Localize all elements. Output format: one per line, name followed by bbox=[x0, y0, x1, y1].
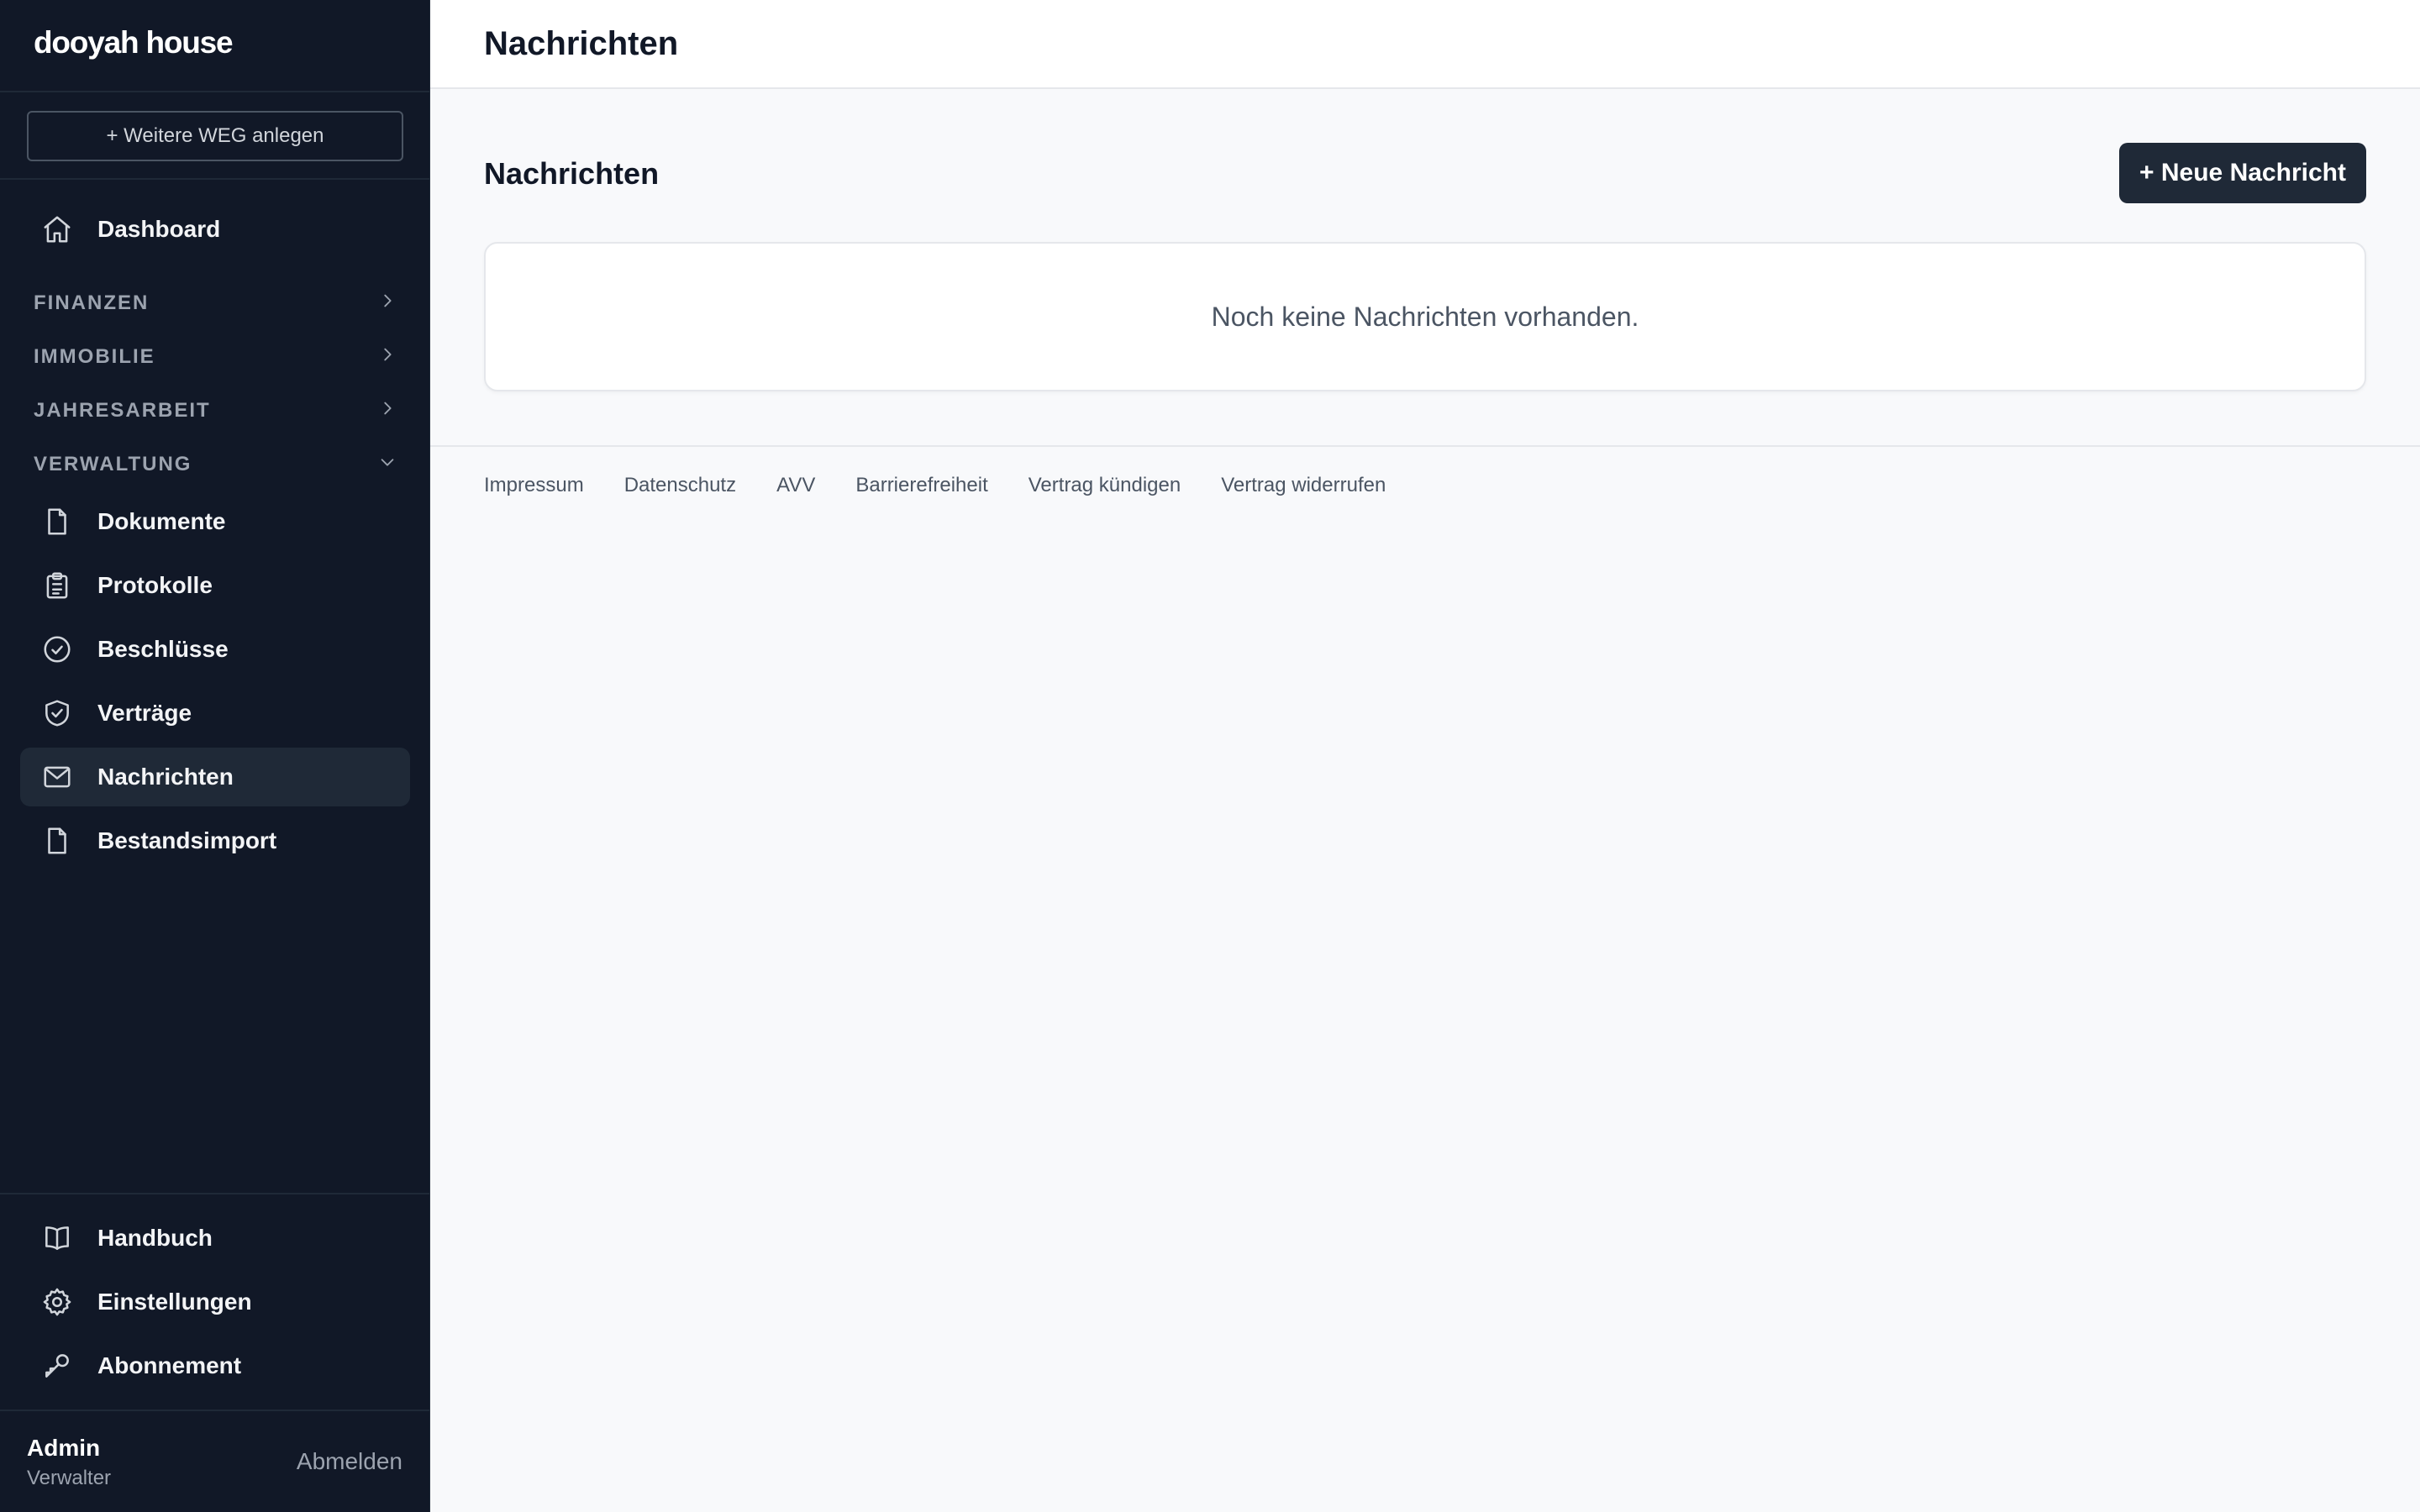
sidebar-item-label: Bestandsimport bbox=[97, 827, 277, 853]
page-title: Nachrichten bbox=[484, 25, 679, 62]
sidebar-item-dokumente[interactable]: Dokumente bbox=[20, 492, 410, 551]
group-label: FINANZEN bbox=[34, 291, 150, 314]
footer-links: Impressum Datenschutz AVV Barrierefreihe… bbox=[484, 474, 1386, 497]
user-name: Admin bbox=[27, 1435, 101, 1461]
footer-link-impressum[interactable]: Impressum bbox=[484, 474, 584, 497]
sidebar-item-abonnement[interactable]: Abonnement bbox=[20, 1336, 410, 1395]
divider bbox=[0, 91, 430, 92]
sidebar-item-beschluesse[interactable]: Beschlüsse bbox=[20, 620, 410, 679]
empty-state-card: Noch keine Nachrichten vorhanden. bbox=[484, 242, 2366, 391]
divider bbox=[0, 178, 430, 180]
section-title: Nachrichten bbox=[484, 156, 660, 191]
group-finanzen[interactable]: FINANZEN bbox=[34, 285, 397, 322]
new-message-button[interactable]: + Neue Nachricht bbox=[2119, 143, 2366, 203]
document-icon bbox=[40, 824, 74, 858]
group-label: IMMOBILIE bbox=[34, 345, 155, 368]
sidebar-item-label: Protokolle bbox=[97, 572, 213, 598]
brand-logo[interactable]: dooyah house bbox=[34, 25, 234, 60]
group-label: JAHRESARBEIT bbox=[34, 399, 211, 422]
sidebar-item-label: Dashboard bbox=[97, 216, 221, 242]
add-weg-button[interactable]: + Weitere WEG anlegen bbox=[27, 111, 403, 161]
sidebar-item-label: Abonnement bbox=[97, 1352, 242, 1378]
sidebar-item-label: Beschlüsse bbox=[97, 636, 229, 662]
sidebar-item-vertraege[interactable]: Verträge bbox=[20, 684, 410, 743]
sidebar-item-dashboard[interactable]: Dashboard bbox=[20, 200, 410, 259]
top-bar: Nachrichten bbox=[430, 0, 2420, 89]
sidebar-item-label: Verträge bbox=[97, 700, 192, 726]
footer-link-vertrag-widerrufen[interactable]: Vertrag widerrufen bbox=[1221, 474, 1386, 497]
sidebar-item-label: Nachrichten bbox=[97, 764, 234, 790]
group-label: VERWALTUNG bbox=[34, 453, 192, 475]
book-icon bbox=[40, 1221, 74, 1255]
divider bbox=[0, 1410, 430, 1411]
user-role: Verwalter bbox=[27, 1467, 112, 1489]
empty-state-message: Noch keine Nachrichten vorhanden. bbox=[1211, 301, 1639, 332]
clipboard-icon bbox=[40, 569, 74, 602]
sidebar-item-protokolle[interactable]: Protokolle bbox=[20, 556, 410, 615]
chevron-down-icon bbox=[378, 453, 397, 477]
sidebar-item-label: Einstellungen bbox=[97, 1289, 252, 1315]
sidebar-item-label: Handbuch bbox=[97, 1225, 213, 1251]
sidebar-item-bestandsimport[interactable]: Bestandsimport bbox=[20, 811, 410, 870]
check-circle-icon bbox=[40, 633, 74, 666]
sidebar-item-einstellungen[interactable]: Einstellungen bbox=[20, 1273, 410, 1331]
footer-link-datenschutz[interactable]: Datenschutz bbox=[624, 474, 736, 497]
divider bbox=[430, 445, 2420, 447]
key-icon bbox=[40, 1349, 74, 1383]
chevron-right-icon bbox=[378, 399, 397, 423]
group-immobilie[interactable]: IMMOBILIE bbox=[34, 339, 397, 375]
logout-link[interactable]: Abmelden bbox=[297, 1448, 402, 1475]
sidebar: dooyah house + Weitere WEG anlegen Dashb… bbox=[0, 0, 430, 1512]
divider bbox=[0, 1193, 430, 1194]
footer-link-vertrag-kuendigen[interactable]: Vertrag kündigen bbox=[1028, 474, 1181, 497]
sidebar-item-label: Dokumente bbox=[97, 508, 226, 534]
chevron-right-icon bbox=[378, 291, 397, 316]
group-verwaltung[interactable]: VERWALTUNG bbox=[34, 446, 397, 483]
gear-icon bbox=[40, 1285, 74, 1319]
sidebar-item-handbuch[interactable]: Handbuch bbox=[20, 1209, 410, 1268]
chevron-right-icon bbox=[378, 345, 397, 370]
mail-icon bbox=[40, 760, 74, 794]
footer-link-barrierefreiheit[interactable]: Barrierefreiheit bbox=[855, 474, 987, 497]
group-jahresarbeit[interactable]: JAHRESARBEIT bbox=[34, 392, 397, 429]
document-icon bbox=[40, 505, 74, 538]
sidebar-item-nachrichten[interactable]: Nachrichten bbox=[20, 748, 410, 806]
shield-check-icon bbox=[40, 696, 74, 730]
footer-link-avv[interactable]: AVV bbox=[776, 474, 815, 497]
home-icon bbox=[40, 213, 74, 246]
